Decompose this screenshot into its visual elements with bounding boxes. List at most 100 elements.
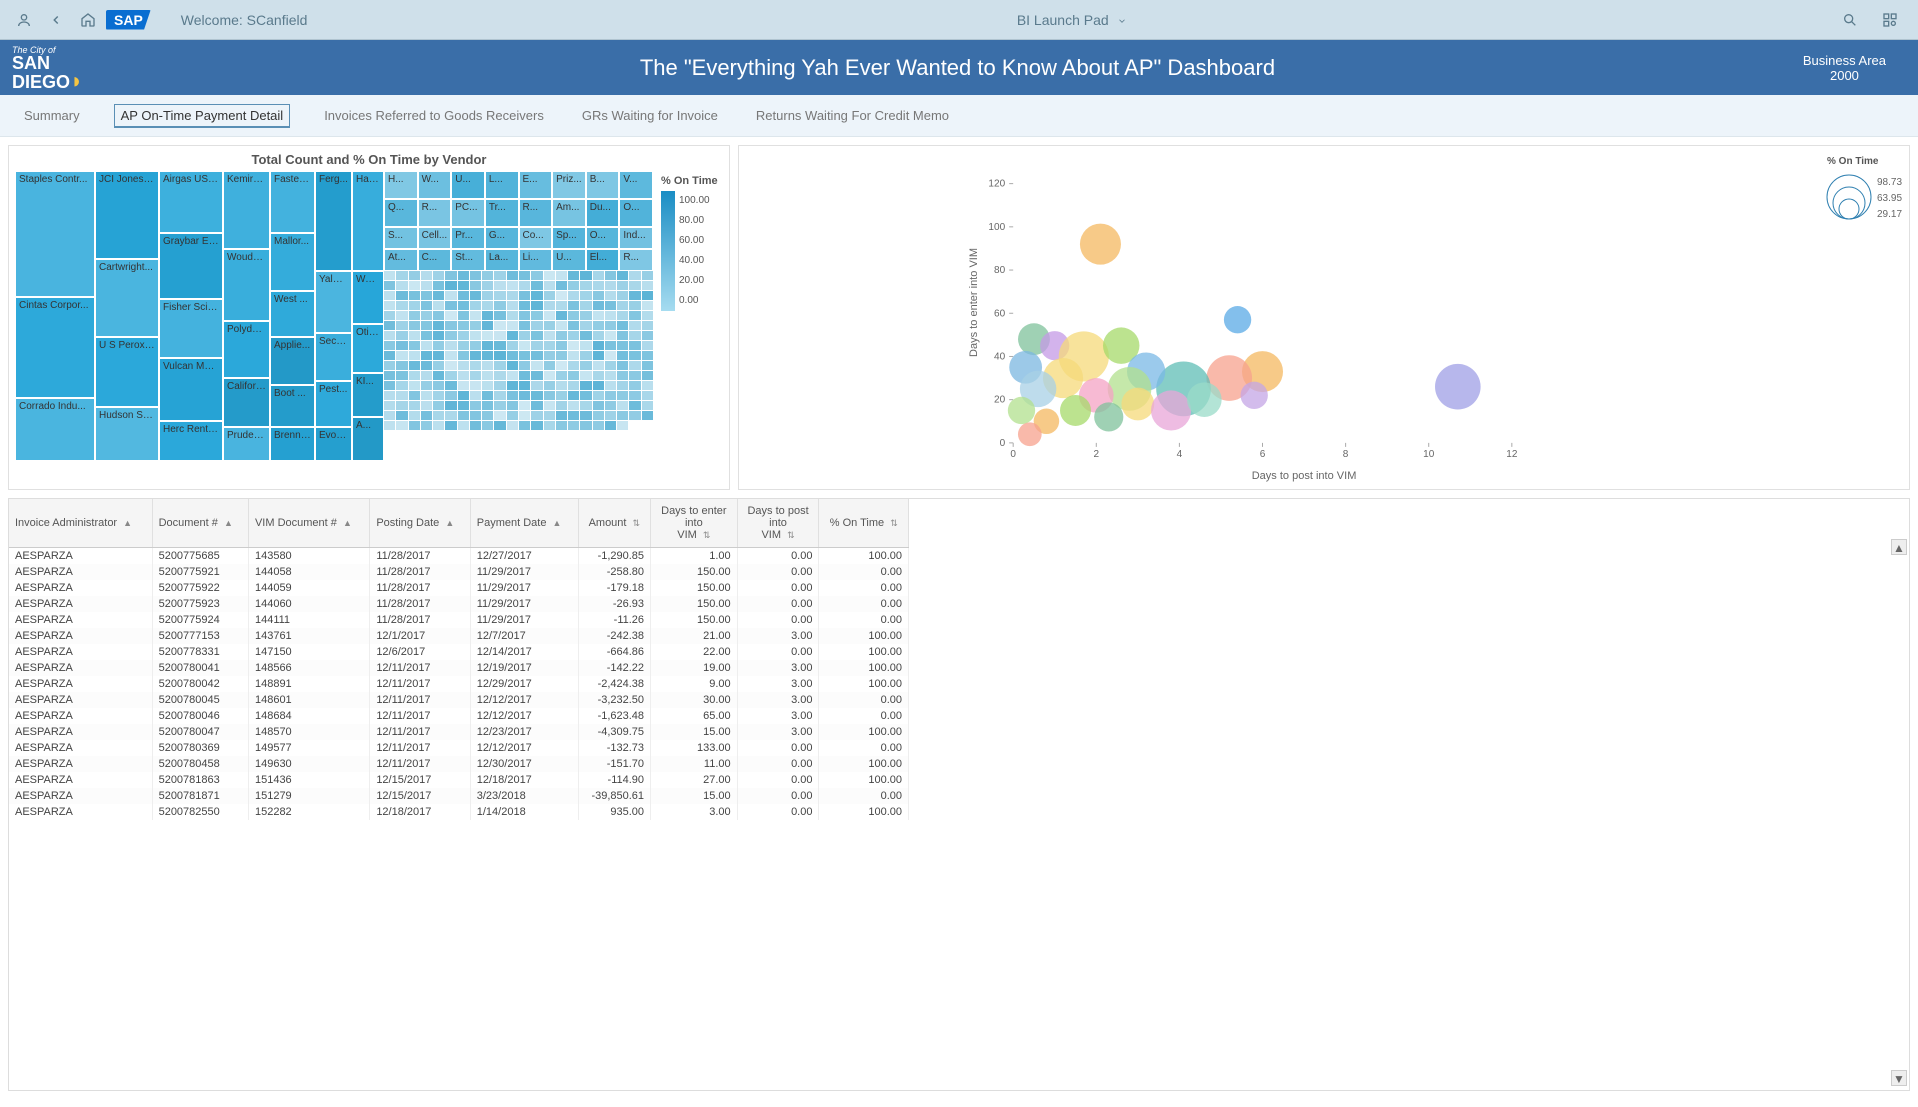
treemap-cell[interactable]: R... <box>418 199 452 227</box>
table-row[interactable]: AESPARZA520078004514860112/11/201712/12/… <box>9 692 909 708</box>
treemap-cell[interactable]: Mallor... <box>270 233 315 291</box>
table-row[interactable]: AESPARZA520077592114405811/28/201711/29/… <box>9 564 909 580</box>
table-row[interactable]: AESPARZA520077592214405911/28/201711/29/… <box>9 580 909 596</box>
treemap-cell[interactable]: Prudenti... <box>223 427 270 461</box>
col-header[interactable]: Invoice Administrator ▲ <box>9 499 152 548</box>
scatter-point[interactable] <box>1151 390 1191 430</box>
scatter-point[interactable] <box>1224 306 1251 333</box>
scroll-up-icon[interactable]: ▲ <box>1891 539 1907 555</box>
treemap-cell[interactable]: S... <box>384 227 418 249</box>
scatter-point[interactable] <box>1094 402 1123 431</box>
treemap-cell[interactable]: Tr... <box>485 199 519 227</box>
col-header[interactable]: Posting Date ▲ <box>370 499 470 548</box>
tab-returns-waiting-for-credit-memo[interactable]: Returns Waiting For Credit Memo <box>752 98 953 133</box>
treemap-cell[interactable]: H... <box>384 171 418 199</box>
treemap-cell[interactable]: V... <box>619 171 653 199</box>
col-header[interactable]: Payment Date ▲ <box>470 499 578 548</box>
table-row[interactable]: AESPARZA520078004614868412/11/201712/12/… <box>9 708 909 724</box>
table-row[interactable]: AESPARZA520078004114856612/11/201712/19/… <box>9 660 909 676</box>
treemap-cell[interactable]: Waxi... <box>352 271 384 324</box>
table-row[interactable]: AESPARZA520077715314376112/1/201712/7/20… <box>9 628 909 644</box>
scroll-down-icon[interactable]: ▼ <box>1891 1070 1907 1086</box>
treemap-cell[interactable]: B... <box>586 171 620 199</box>
user-icon[interactable] <box>10 6 38 34</box>
treemap-cell[interactable]: Brennt... <box>270 427 315 461</box>
treemap-cell[interactable]: La... <box>485 249 519 271</box>
treemap-cell[interactable]: Otis ... <box>352 324 384 373</box>
treemap-cell[interactable]: Q... <box>384 199 418 227</box>
treemap-cell[interactable]: Pr... <box>451 227 485 249</box>
treemap-cell[interactable]: Fasten... <box>270 171 315 233</box>
tab-invoices-referred-to-goods-receivers[interactable]: Invoices Referred to Goods Receivers <box>320 98 548 133</box>
treemap-cell[interactable]: Yale ... <box>315 271 352 333</box>
treemap-cell[interactable]: Applie... <box>270 337 315 385</box>
treemap-cell[interactable]: JCI Jones C... <box>95 171 159 259</box>
scatter-chart[interactable]: 020406080100120024681012Days to post int… <box>738 145 1910 490</box>
treemap-cell[interactable]: L... <box>485 171 519 199</box>
treemap-cell[interactable]: Du... <box>586 199 620 227</box>
scatter-point[interactable] <box>1435 364 1481 410</box>
treemap-cell[interactable]: Am... <box>552 199 586 227</box>
treemap-cell[interactable]: Secu... <box>315 333 352 381</box>
treemap-cell[interactable]: W... <box>418 171 452 199</box>
treemap-cell[interactable]: Airgas USA... <box>159 171 223 233</box>
treemap-cell[interactable]: Co... <box>519 227 553 249</box>
treemap-cell[interactable]: R... <box>619 249 653 271</box>
treemap-cell[interactable]: Cell... <box>418 227 452 249</box>
treemap-cell[interactable]: Li... <box>519 249 553 271</box>
treemap-cell[interactable]: KI... <box>352 373 384 417</box>
treemap-cell[interactable]: Ferg... <box>315 171 352 271</box>
col-header[interactable]: Amount ⇅ <box>578 499 650 548</box>
treemap-cell[interactable]: O... <box>586 227 620 249</box>
treemap-cell[interactable]: Californ... <box>223 378 270 427</box>
treemap-cell[interactable]: G... <box>485 227 519 249</box>
scatter-point[interactable] <box>1008 397 1035 424</box>
table-row[interactable]: AESPARZA520078004714857012/11/201712/23/… <box>9 724 909 740</box>
table-row[interactable]: AESPARZA520078187115127912/15/20173/23/2… <box>9 788 909 804</box>
invoice-table[interactable]: Invoice Administrator ▲Document # ▲VIM D… <box>9 499 909 820</box>
table-row[interactable]: AESPARZA520078255015228212/18/20171/14/2… <box>9 804 909 820</box>
treemap-cell[interactable]: Boot ... <box>270 385 315 427</box>
treemap-cell[interactable]: Polydyn... <box>223 321 270 378</box>
table-row[interactable]: AESPARZA520077592414411111/28/201711/29/… <box>9 612 909 628</box>
scatter-point[interactable] <box>1121 388 1154 421</box>
treemap-chart[interactable]: Total Count and % On Time by Vendor Stap… <box>8 145 730 490</box>
table-row[interactable]: AESPARZA520078036914957712/11/201712/12/… <box>9 740 909 756</box>
treemap-cell[interactable]: Fisher Scie... <box>159 299 223 358</box>
tab-summary[interactable]: Summary <box>20 98 84 133</box>
treemap-cell[interactable]: E... <box>519 171 553 199</box>
treemap-cell[interactable]: Vulcan Mat... <box>159 358 223 421</box>
treemap-cell[interactable]: Staples Contr... <box>15 171 95 297</box>
treemap-cell[interactable]: Hudson Sa... <box>95 407 159 461</box>
scatter-point[interactable] <box>1060 395 1091 426</box>
treemap-cell[interactable]: Priz... <box>552 171 586 199</box>
scatter-point[interactable] <box>1241 382 1268 409</box>
home-icon[interactable] <box>74 6 102 34</box>
col-header[interactable]: % On Time ⇅ <box>819 499 909 548</box>
treemap-cell[interactable]: R... <box>519 199 553 227</box>
app-selector[interactable]: BI Launch Pad <box>307 12 1836 28</box>
table-row[interactable]: AESPARZA520078004214889112/11/201712/29/… <box>9 676 909 692</box>
treemap-cell[interactable]: U... <box>552 249 586 271</box>
treemap-cell[interactable]: A... <box>352 417 384 461</box>
search-icon[interactable] <box>1836 6 1864 34</box>
table-row[interactable]: AESPARZA520077833114715012/6/201712/14/2… <box>9 644 909 660</box>
treemap-cell[interactable]: At... <box>384 249 418 271</box>
treemap-cell[interactable]: Corrado Indu... <box>15 398 95 461</box>
treemap-cell[interactable]: Woude... <box>223 249 270 321</box>
col-header[interactable]: Document # ▲ <box>152 499 248 548</box>
apps-icon[interactable] <box>1876 6 1904 34</box>
treemap-cell[interactable]: Hac... <box>352 171 384 271</box>
treemap-cell[interactable]: Ind... <box>619 227 653 249</box>
treemap-cell[interactable]: El... <box>586 249 620 271</box>
table-row[interactable]: AESPARZA520077568514358011/28/201712/27/… <box>9 548 909 565</box>
col-header[interactable]: Days to post intoVIM ⇅ <box>737 499 819 548</box>
col-header[interactable]: VIM Document # ▲ <box>248 499 369 548</box>
tab-ap-on-time-payment-detail[interactable]: AP On-Time Payment Detail <box>114 104 291 128</box>
col-header[interactable]: Days to enter intoVIM ⇅ <box>651 499 738 548</box>
treemap-cell[interactable]: U... <box>451 171 485 199</box>
treemap-cell[interactable]: Pest... <box>315 381 352 427</box>
scatter-point[interactable] <box>1080 224 1121 265</box>
table-row[interactable]: AESPARZA520078045814963012/11/201712/30/… <box>9 756 909 772</box>
treemap-cell[interactable]: Evoq... <box>315 427 352 461</box>
